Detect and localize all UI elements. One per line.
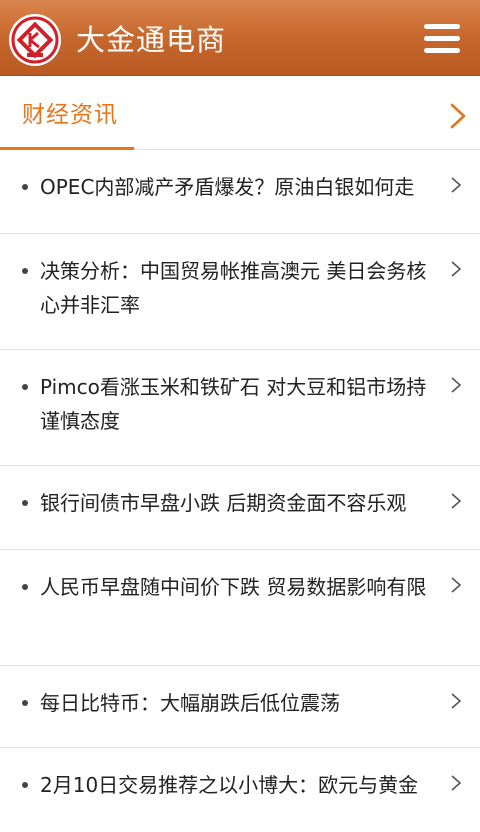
news-title: OPEC内部减产矛盾爆发？原油白银如何走 (40, 175, 415, 199)
section-title: 财经资讯 (22, 102, 118, 128)
news-title: 银行间债市早盘小跌 后期资金面不容乐观 (40, 491, 407, 515)
app-header: 大金通电商 (0, 0, 480, 76)
news-item[interactable]: 决策分析：中国贸易帐推高澳元 美日会务核心并非汇率 (0, 234, 480, 350)
bullet-icon (22, 782, 28, 788)
news-title: 人民币早盘随中间价下跌 贸易数据影响有限 (40, 575, 427, 599)
bullet-icon (22, 700, 28, 706)
news-title: 决策分析：中国贸易帐推高澳元 美日会务核心并非汇率 (40, 259, 427, 317)
news-title: Pimco看涨玉米和铁矿石 对大豆和铝市场持谨慎态度 (40, 375, 427, 433)
chevron-right-icon (451, 493, 462, 509)
chevron-right-icon (451, 577, 462, 593)
bullet-icon (22, 584, 28, 590)
news-item[interactable]: 每日比特币：大幅崩跌后低位震荡 (0, 666, 480, 748)
chevron-right-icon (451, 177, 462, 193)
app-title: 大金通电商 (76, 23, 227, 57)
bullet-icon (22, 384, 28, 390)
chevron-right-icon (451, 261, 462, 277)
chevron-right-icon (451, 693, 462, 709)
news-item[interactable]: 人民币早盘随中间价下跌 贸易数据影响有限 (0, 550, 480, 666)
section-more-chevron-right-icon[interactable] (446, 102, 470, 130)
company-logo-icon[interactable] (8, 13, 62, 67)
bullet-icon (22, 268, 28, 274)
hamburger-menu-icon[interactable] (420, 18, 466, 58)
news-item[interactable]: OPEC内部减产矛盾爆发？原油白银如何走 (0, 150, 480, 234)
section-header: 财经资讯 (0, 76, 480, 150)
bullet-icon (22, 500, 28, 506)
news-item[interactable]: 2月10日交易推荐之以小博大：欧元与黄金 (0, 748, 480, 832)
news-item[interactable]: Pimco看涨玉米和铁矿石 对大豆和铝市场持谨慎态度 (0, 350, 480, 466)
news-title: 2月10日交易推荐之以小博大：欧元与黄金 (40, 773, 419, 797)
news-title: 每日比特币：大幅崩跌后低位震荡 (40, 691, 340, 715)
chevron-right-icon (451, 775, 462, 791)
chevron-right-icon (451, 377, 462, 393)
news-list: OPEC内部减产矛盾爆发？原油白银如何走 决策分析：中国贸易帐推高澳元 美日会务… (0, 150, 480, 832)
bullet-icon (22, 184, 28, 190)
news-item[interactable]: 银行间债市早盘小跌 后期资金面不容乐观 (0, 466, 480, 550)
